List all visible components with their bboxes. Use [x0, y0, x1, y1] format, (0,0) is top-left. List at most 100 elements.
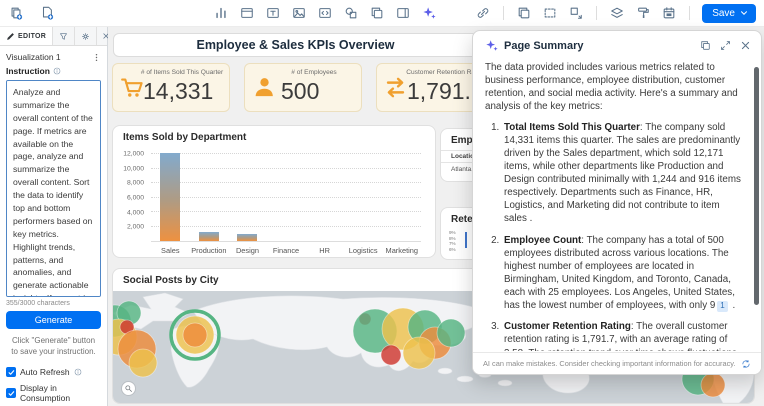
tab-editor[interactable]: EDITOR: [0, 27, 53, 45]
x-tick-label: HR: [305, 246, 344, 255]
bars: [151, 154, 421, 241]
clone-icon[interactable]: [516, 5, 532, 21]
marquee-select-icon[interactable]: [542, 5, 558, 21]
map-bubble-green[interactable]: [437, 319, 465, 347]
bar-chart-widget[interactable]: Items Sold by Department 2,0004,0006,000…: [112, 125, 436, 258]
bar-slot: [305, 154, 344, 241]
map-bubble-red[interactable]: [381, 345, 401, 365]
sidebar-tabbar: EDITOR: [0, 27, 107, 46]
info-icon[interactable]: [53, 67, 61, 75]
x-tick-label: Sales: [151, 246, 190, 255]
checkbox-checked-icon: [6, 388, 16, 398]
close-panel-icon[interactable]: [740, 40, 751, 51]
scrollbar-thumb[interactable]: [754, 67, 759, 305]
bar-production[interactable]: [199, 232, 219, 241]
info-icon[interactable]: [74, 368, 82, 376]
y-axis-labels: 2,0004,0006,0008,00010,00012,000: [113, 154, 149, 242]
cart-icon: [120, 76, 143, 104]
kpi-value: 14,331: [143, 78, 213, 105]
instruction-label: Instruction: [6, 66, 50, 76]
bar-slot: [228, 154, 267, 241]
editor-sidebar: EDITOR Visualization 1 Instruction Analy…: [0, 27, 108, 406]
insert-table-icon[interactable]: [239, 5, 255, 21]
expand-panel-icon[interactable]: [720, 40, 731, 51]
y-tick-label: 8,000: [127, 180, 144, 187]
page-actions-group: [8, 5, 55, 21]
insert-web-content-icon[interactable]: [317, 5, 333, 21]
y-tick-label: 4,000: [127, 209, 144, 216]
summary-intro: The data provided includes various metri…: [485, 61, 745, 114]
top-toolbar: Save: [0, 0, 764, 27]
citation-badge[interactable]: 1: [717, 301, 727, 312]
schedule-icon[interactable]: [661, 5, 677, 21]
display-consumption-checkbox[interactable]: Display in Consumption: [0, 380, 107, 406]
gear-icon: [81, 32, 90, 41]
kpi-employees[interactable]: # of Employees 500: [244, 63, 362, 112]
chevron-down-icon: [740, 9, 748, 17]
summary-item: Customer Retention Rating: The overall c…: [502, 320, 745, 351]
insert-panel-icon[interactable]: [395, 5, 411, 21]
bar-slot: [344, 154, 383, 241]
toolbar-divider: [596, 6, 597, 20]
insert-image-icon[interactable]: [291, 5, 307, 21]
x-axis-labels: SalesProductionDesignFinanceHRLogisticsM…: [151, 246, 421, 255]
insert-chart-icon[interactable]: [213, 5, 229, 21]
summary-item: Employee Count: The company has a total …: [502, 234, 745, 313]
retention-line-mark: [465, 232, 467, 248]
map-bubble-orange[interactable]: [701, 373, 725, 397]
bar-design[interactable]: [237, 234, 257, 241]
insert-text-icon[interactable]: [265, 5, 281, 21]
tab-settings[interactable]: [75, 27, 97, 45]
ai-assist-icon[interactable]: [421, 5, 437, 21]
summary-body: The data provided includes various metri…: [485, 61, 745, 351]
funnel-icon: [59, 32, 68, 41]
x-tick-label: Production: [190, 246, 229, 255]
ai-sparkle-icon: [485, 39, 498, 52]
kpi-items-sold[interactable]: # of Items Sold This Quarter 14,331: [112, 63, 230, 112]
kpi-value: 500: [281, 78, 319, 105]
y-tick-label: 2,000: [127, 224, 144, 231]
auto-refresh-label: Auto Refresh: [20, 367, 70, 377]
resize-icon[interactable]: [568, 5, 584, 21]
layers-icon[interactable]: [609, 5, 625, 21]
map-bubble-orange[interactable]: [183, 323, 207, 347]
x-tick-label: Logistics: [344, 246, 383, 255]
copy-summary-icon[interactable]: [700, 40, 711, 51]
generate-button[interactable]: Generate: [6, 311, 101, 329]
y-tick-label: 12,000: [123, 151, 144, 158]
summary-list: Total Items Sold This Quarter: The compa…: [502, 121, 745, 352]
page-title: Employee & Sales KPIs Overview: [113, 33, 478, 57]
kebab-menu-icon[interactable]: [92, 53, 101, 62]
copy-widget-icon[interactable]: [369, 5, 385, 21]
save-button[interactable]: Save: [702, 4, 756, 23]
link-icon[interactable]: [475, 5, 491, 21]
theme-icon[interactable]: [635, 5, 651, 21]
tab-filter[interactable]: [53, 27, 75, 45]
y-tick-label: 10,000: [123, 165, 144, 172]
add-page-icon[interactable]: [39, 5, 55, 21]
panel-title: Page Summary: [504, 40, 694, 52]
map-bubble-yellow[interactable]: [129, 349, 157, 377]
summary-item: Total Items Sold This Quarter: The compa…: [502, 121, 745, 226]
auto-refresh-checkbox[interactable]: Auto Refresh: [0, 364, 107, 380]
checkbox-checked-icon: [6, 367, 16, 377]
duplicate-page-icon[interactable]: [8, 5, 24, 21]
instruction-label-row: Instruction: [0, 66, 107, 80]
visualization-label: Visualization 1: [6, 52, 61, 62]
visualization-row: Visualization 1: [0, 46, 107, 66]
people-icon: [252, 76, 275, 104]
panel-header: Page Summary: [473, 31, 761, 58]
retention-axis-labels: 9%8%7%6%: [449, 230, 456, 253]
bar-sales[interactable]: [160, 153, 180, 241]
refresh-summary-icon[interactable]: [741, 359, 751, 369]
canvas-tools-group: Save: [475, 4, 756, 23]
map-bubble-yellow[interactable]: [403, 337, 435, 369]
swap-arrows-icon: [384, 76, 407, 104]
instruction-textarea[interactable]: Analyze and summarize the overall conten…: [6, 80, 101, 297]
panel-footer: AI can make mistakes. Consider checking …: [473, 352, 761, 374]
insert-shape-icon[interactable]: [343, 5, 359, 21]
map-zoom-control[interactable]: [121, 381, 136, 396]
chart-title: Items Sold by Department: [113, 126, 435, 147]
page-summary-panel: Page Summary The data provided includes …: [472, 30, 762, 375]
chart-plot-area: [151, 154, 421, 242]
